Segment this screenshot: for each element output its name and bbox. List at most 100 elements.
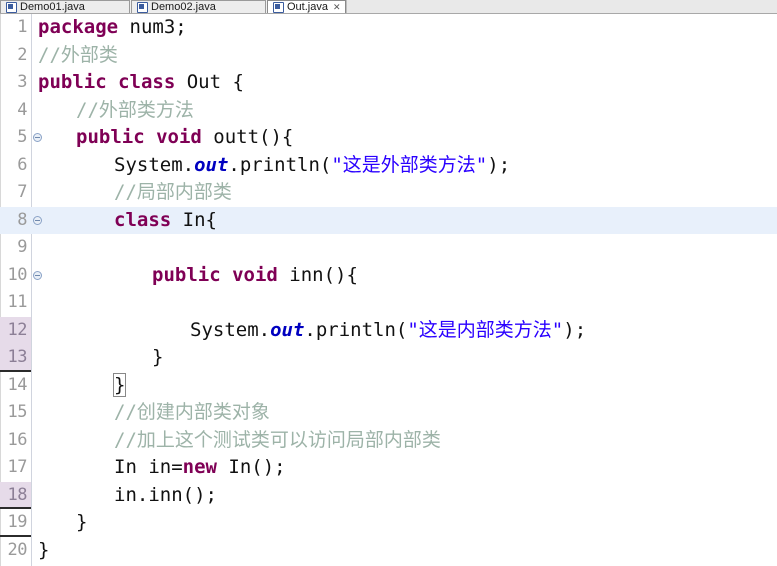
code-text: package num3; [38, 14, 187, 42]
java-file-icon [137, 1, 148, 13]
token-kw: public void [76, 126, 202, 148]
token-cmt: //外部类方法 [76, 98, 194, 121]
java-file-icon [6, 1, 17, 13]
token-plain: num3; [118, 16, 187, 38]
code-line[interactable]: 7 //局部内部类 [0, 179, 777, 207]
code-text: } [112, 372, 127, 400]
token-plain: } [38, 538, 50, 561]
editor-tab-bar: Demo01.java Demo02.java Out.java ✕ [0, 0, 777, 14]
line-number: 18 [0, 481, 31, 509]
code-line[interactable]: 18 in.inn(); [0, 481, 777, 510]
java-file-icon [273, 1, 284, 13]
code-text: class In{ [114, 207, 217, 235]
code-text: //创建内部类对象 [114, 399, 270, 427]
code-line[interactable]: 12 System.out.println("这是内部类方法"); [0, 316, 777, 345]
code-text: System.out.println("这是内部类方法"); [190, 317, 586, 345]
token-plain: Out { [175, 71, 244, 93]
code-line[interactable]: 14} [0, 372, 777, 400]
token-cmt: //加上这个测试类可以访问局部内部类 [114, 428, 441, 451]
line-number: 15 [7, 402, 28, 422]
line-number: 5 [17, 127, 27, 147]
code-line[interactable]: 2 //外部类 [0, 42, 777, 70]
fold-collapse-icon[interactable] [33, 215, 42, 225]
line-number: 6 [17, 154, 27, 175]
code-line[interactable]: 17 In in=new In(); [0, 454, 777, 482]
tab-demo01-java[interactable]: Demo01.java [0, 0, 130, 13]
code-text: //局部内部类 [114, 179, 232, 207]
fold-collapse-icon[interactable] [33, 133, 42, 142]
code-line[interactable]: 16 //加上这个测试类可以访问局部内部类 [0, 427, 777, 455]
token-plain: System. [190, 318, 271, 341]
tab-label: Out.java [287, 0, 328, 13]
fold-collapse-icon[interactable] [33, 270, 42, 280]
code-line[interactable]: 3 public class Out { [0, 69, 777, 97]
code-editor-area[interactable]: 1 package num3; 2//外部类 3 public class Out {4… [0, 14, 777, 566]
token-str: "这是外部类方法" [331, 153, 488, 176]
line-number: 9 [17, 237, 27, 257]
code-text: in.inn(); [114, 482, 217, 510]
token-plain: In(); [216, 456, 286, 478]
token-plain: In in= [114, 456, 183, 478]
line-number: 10 [7, 264, 28, 285]
token-plain: } [112, 372, 127, 397]
token-plain: in.inn(); [114, 483, 217, 506]
tab-label: Demo02.java [151, 0, 216, 13]
code-text: } [152, 344, 163, 372]
code-line[interactable]: 19} [0, 509, 777, 537]
code-line[interactable]: 6 System.out.println("这是外部类方法"); [0, 152, 777, 180]
code-line[interactable]: 20} [0, 537, 777, 565]
code-text: } [76, 509, 87, 537]
code-line[interactable]: 4 //外部类方法 [0, 97, 777, 125]
token-kw: public class [38, 71, 176, 93]
token-cmt: //创建内部类对象 [114, 401, 270, 423]
code-text: //加上这个测试类可以访问局部内部类 [114, 427, 441, 455]
token-plain: } [76, 511, 88, 533]
token-plain: outt(){ [201, 126, 294, 148]
token-plain: ); [487, 153, 511, 176]
token-plain: .println( [228, 153, 332, 176]
code-line[interactable]: 15 //创建内部类对象 [0, 399, 777, 427]
token-kw: package [38, 16, 119, 38]
code-text: } [38, 537, 49, 565]
code-line[interactable]: 11 [0, 289, 777, 317]
token-cmt: //外部类 [38, 43, 118, 66]
line-number: 3 [17, 72, 27, 92]
code-text: //外部类方法 [76, 97, 194, 125]
line-number: 4 [17, 99, 27, 120]
code-line[interactable]: 1 package num3; [0, 14, 777, 42]
token-plain: System. [114, 153, 195, 176]
code-text: public void inn(){ [152, 262, 358, 290]
line-number: 8 [17, 209, 27, 230]
code-line[interactable]: 9 [0, 234, 777, 262]
token-kw: public void [152, 263, 278, 286]
line-number: 20 [7, 539, 28, 560]
line-number: 1 [17, 17, 27, 37]
code-line[interactable]: 13} [0, 344, 777, 372]
token-kw: new [182, 456, 217, 478]
token-fld: out [194, 153, 229, 176]
close-icon[interactable]: ✕ [333, 1, 341, 13]
token-cmt: //局部内部类 [114, 181, 232, 203]
line-number: 17 [7, 457, 28, 477]
tab-bar-filler [346, 0, 777, 13]
token-plain: } [152, 346, 164, 368]
tab-out-java[interactable]: Out.java ✕ [267, 0, 346, 13]
token-plain: ); [563, 318, 587, 341]
code-text: System.out.println("这是外部类方法"); [114, 152, 510, 180]
code-line[interactable]: 5 public void outt(){ [0, 124, 777, 152]
token-kw: class [114, 208, 172, 231]
tab-demo02-java[interactable]: Demo02.java [131, 0, 266, 13]
token-str: "这是内部类方法" [407, 318, 564, 341]
line-number: 14 [7, 374, 28, 395]
line-number: 19 [0, 509, 31, 537]
code-line[interactable]: 10 public void inn(){ [0, 262, 777, 290]
line-number: 13 [0, 344, 31, 372]
token-plain: .println( [304, 318, 408, 341]
line-number: 7 [17, 182, 27, 202]
code-text: public class Out { [38, 69, 244, 97]
line-number: 2 [17, 44, 27, 65]
code-text: public void outt(){ [76, 124, 293, 152]
editor-window: Demo01.java Demo02.java Out.java ✕ 1 package… [0, 0, 777, 566]
code-line[interactable]: 8 class In{ [0, 206, 777, 235]
code-text: //外部类 [38, 42, 118, 70]
